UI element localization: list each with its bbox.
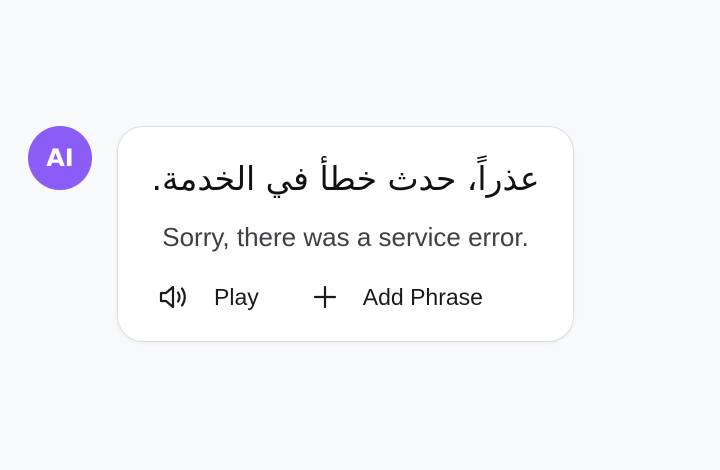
- translation-text: Sorry, there was a service error.: [162, 222, 529, 252]
- add-phrase-button[interactable]: Add Phrase: [313, 284, 483, 311]
- avatar-label: AI: [46, 144, 74, 172]
- speaker-icon: [158, 283, 190, 311]
- add-phrase-label: Add Phrase: [362, 283, 483, 310]
- message-actions: Play Add Phrase: [158, 277, 483, 317]
- ai-avatar: AI: [28, 126, 92, 190]
- play-label: Play: [214, 283, 259, 310]
- play-button[interactable]: Play: [158, 283, 259, 311]
- arabic-message-text: عذراً، حدث خطأ في الخدمة.: [151, 159, 540, 198]
- message-bubble: عذراً، حدث خطأ في الخدمة. Sorry, there w…: [117, 126, 574, 342]
- plus-icon: [313, 285, 337, 309]
